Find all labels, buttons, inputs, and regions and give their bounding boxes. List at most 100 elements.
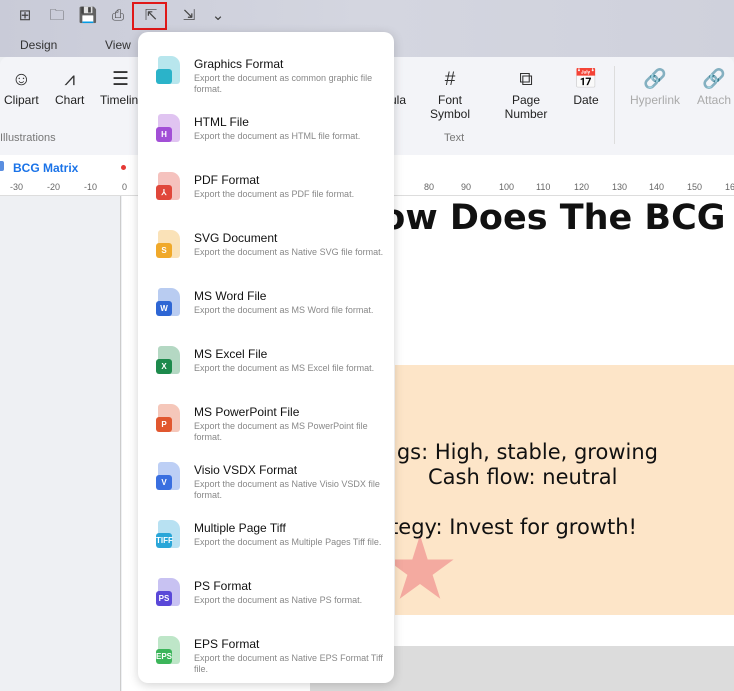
image-file-icon <box>156 56 180 84</box>
export-item-ms-word-file[interactable]: W MS Word File Export the document as MS… <box>138 272 394 330</box>
new-icon[interactable]: ⊞ <box>14 6 36 26</box>
more-chevron-icon[interactable]: ⌄ <box>207 6 229 26</box>
file-badge: W <box>156 301 172 316</box>
file-badge: ⅄ <box>156 185 172 200</box>
ruler-tick-label: 160 <box>725 182 734 192</box>
visio-file-icon: V <box>156 462 180 490</box>
export-item-eps-format[interactable]: EPS EPS Format Export the document as Na… <box>138 620 394 678</box>
document-icon <box>0 161 4 171</box>
page-number-button[interactable]: ⧉ Page Number <box>500 67 552 121</box>
group-text-label: Text <box>444 132 465 144</box>
export-item-title: PS Format <box>194 579 252 593</box>
export-item-description: Export the document as Native SVG file f… <box>194 247 384 257</box>
tab-view[interactable]: View <box>105 38 131 52</box>
export-item-title: EPS Format <box>194 637 260 651</box>
export-item-title: PDF Format <box>194 173 260 187</box>
hyperlink-label: Hyperlink <box>630 93 681 107</box>
ruler-tick-label: 80 <box>424 182 435 192</box>
export-menu: Graphics Format Export the document as c… <box>138 32 394 683</box>
cash-flow-text: Cash flow: neutral <box>428 465 618 489</box>
import-icon[interactable]: ⇲ <box>178 6 200 26</box>
chart-button[interactable]: ⩘ Chart <box>55 67 84 107</box>
date-label: Date <box>573 93 599 107</box>
paperclip-icon: 🔗 <box>702 69 726 90</box>
date-button[interactable]: 📅 Date <box>570 67 602 107</box>
export-button-highlight <box>132 2 167 30</box>
clipart-label: Clipart <box>4 93 39 107</box>
ruler-tick-label: 0 <box>122 182 128 192</box>
ruler-tick-label: -20 <box>47 182 61 192</box>
page-number-icon: ⧉ <box>519 69 533 90</box>
link-icon: 🔗 <box>643 69 667 90</box>
export-item-multiple-page-tiff[interactable]: TIFF Multiple Page Tiff Export the docum… <box>138 504 394 562</box>
font-symbol-label: Font Symbol <box>429 93 470 121</box>
export-item-graphics-format[interactable]: Graphics Format Export the document as c… <box>138 40 394 98</box>
document-tab[interactable]: BCG Matrix <box>13 161 78 175</box>
export-item-title: MS Excel File <box>194 347 268 361</box>
export-item-ms-powerpoint-file[interactable]: P MS PowerPoint File Export the document… <box>138 388 394 446</box>
file-badge: X <box>156 359 172 374</box>
attach-button[interactable]: 🔗 Attach <box>697 67 731 107</box>
unsaved-dot <box>121 165 126 170</box>
export-item-title: MS Word File <box>194 289 267 303</box>
ruler-tick-label: 110 <box>536 182 551 192</box>
ruler-tick-label: 140 <box>649 182 665 192</box>
export-item-ms-excel-file[interactable]: X MS Excel File Export the document as M… <box>138 330 394 388</box>
word-file-icon: W <box>156 288 180 316</box>
export-item-visio-vsdx-format[interactable]: V Visio VSDX Format Export the document … <box>138 446 394 504</box>
save-icon[interactable]: 💾 <box>77 6 99 26</box>
export-item-pdf-format[interactable]: ⅄ PDF Format Export the document as PDF … <box>138 156 394 214</box>
timeline-icon: ☰ <box>112 69 130 90</box>
eps-file-icon: EPS <box>156 636 180 664</box>
export-item-title: HTML File <box>194 115 249 129</box>
pdf-file-icon: ⅄ <box>156 172 180 200</box>
page-title: How Does The BCG <box>352 198 726 238</box>
font-symbol-button[interactable]: # Font Symbol <box>425 67 475 121</box>
bcg-quadrant-box: Earnings: High, stable, growing Cash flo… <box>395 365 734 615</box>
export-item-title: Graphics Format <box>194 57 284 71</box>
hash-icon: # <box>444 69 456 90</box>
html-file-icon: H <box>156 114 180 142</box>
export-item-description: Export the document as PDF file format. <box>194 189 355 199</box>
excel-file-icon: X <box>156 346 180 374</box>
export-item-description: Export the document as common graphic fi… <box>194 73 373 94</box>
earnings-text: Earnings: High, stable, growing <box>395 440 658 464</box>
export-item-ps-format[interactable]: PS PS Format Export the document as Nati… <box>138 562 394 620</box>
export-item-description: Export the document as Multiple Pages Ti… <box>194 537 382 547</box>
export-item-description: Export the document as Native Visio VSDX… <box>194 479 380 500</box>
file-badge: EPS <box>156 649 172 664</box>
export-item-svg-document[interactable]: S SVG Document Export the document as Na… <box>138 214 394 272</box>
tab-design[interactable]: Design <box>20 38 57 52</box>
calendar-icon: 📅 <box>574 69 598 90</box>
export-item-title: Multiple Page Tiff <box>194 521 286 535</box>
export-item-description: Export the document as HTML file format. <box>194 131 361 141</box>
hyperlink-button[interactable]: 🔗 Hyperlink <box>630 67 680 107</box>
export-item-description: Export the document as MS PowerPoint fil… <box>194 421 368 442</box>
left-panel <box>0 196 121 691</box>
powerpoint-file-icon: P <box>156 404 180 432</box>
print-icon[interactable]: ⎙ <box>107 6 129 26</box>
tiff-file-icon: TIFF <box>156 520 180 548</box>
export-item-description: Export the document as Native PS format. <box>194 595 363 605</box>
export-item-description: Export the document as Native EPS Format… <box>194 653 383 674</box>
file-badge: TIFF <box>156 533 173 548</box>
svg-file-icon: S <box>156 230 180 258</box>
strategy-text: Strategy: Invest for growth! <box>395 515 637 539</box>
smiley-icon: ☺ <box>11 69 32 90</box>
timeline-button[interactable]: ☰ Timeline <box>100 67 140 107</box>
file-badge: P <box>156 417 172 432</box>
export-item-html-file[interactable]: H HTML File Export the document as HTML … <box>138 98 394 156</box>
export-item-description: Export the document as MS Excel file for… <box>194 363 375 373</box>
file-badge: PS <box>156 591 172 606</box>
timeline-label: Timeline <box>100 93 140 107</box>
export-item-description: Export the document as MS Word file form… <box>194 305 374 315</box>
export-item-title: MS PowerPoint File <box>194 405 300 419</box>
open-folder-icon[interactable]: 🗀 <box>46 6 68 26</box>
ruler-tick-label: 90 <box>461 182 472 192</box>
chart-icon: ⩘ <box>64 69 76 90</box>
chart-label: Chart <box>55 93 85 107</box>
page-number-label: Page Number <box>504 93 548 121</box>
ruler-tick-label: 150 <box>687 182 703 192</box>
clipart-button[interactable]: ☺ Clipart <box>4 67 39 107</box>
ruler-tick-label: 120 <box>574 182 590 192</box>
